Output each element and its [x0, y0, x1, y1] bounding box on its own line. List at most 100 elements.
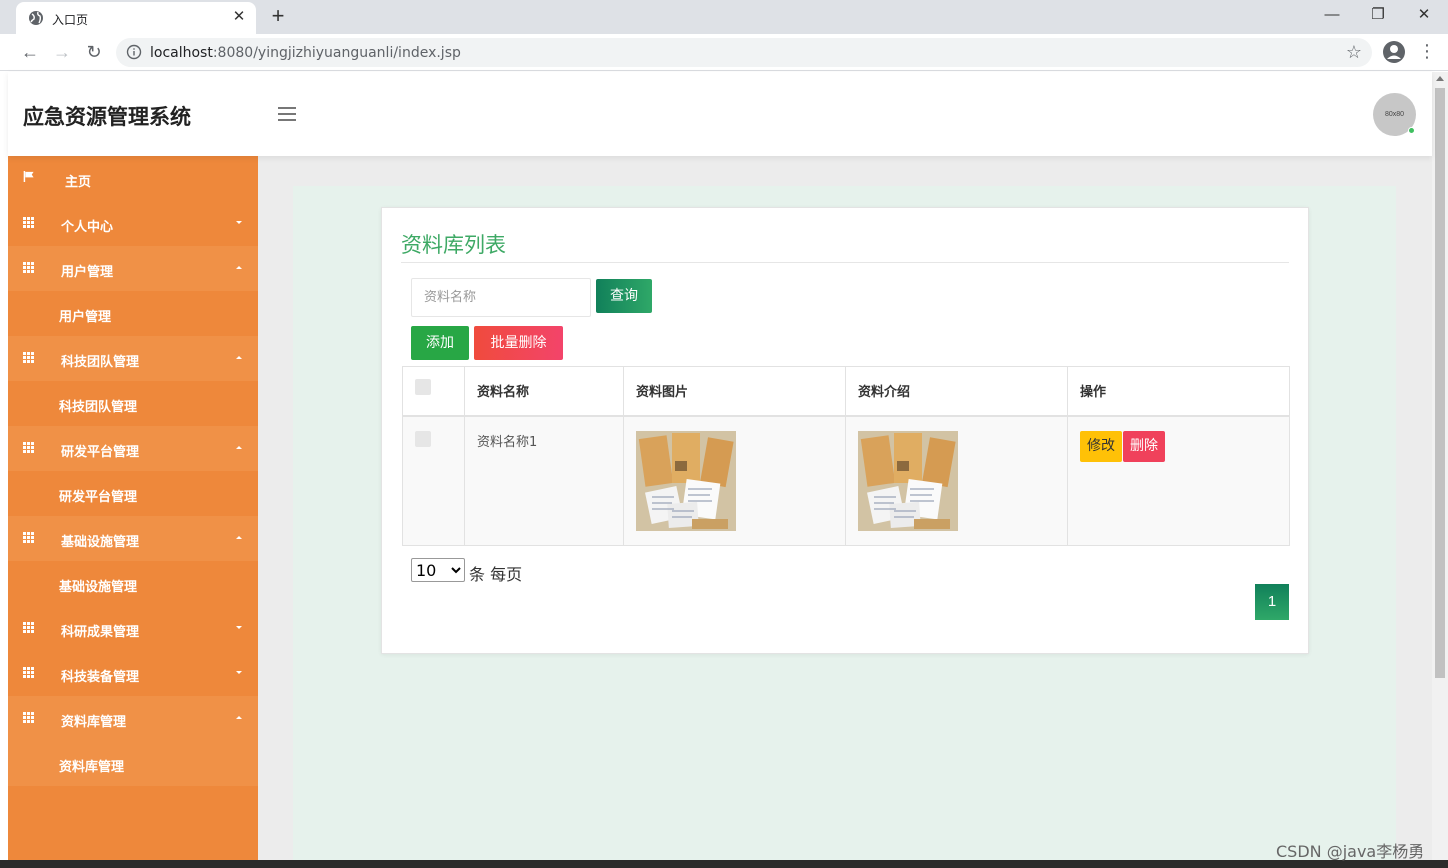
forward-arrow-icon[interactable]: → [50, 41, 74, 65]
url-text: localhost:8080/yingjizhiyuanguanli/index… [150, 45, 461, 61]
info-icon[interactable] [126, 44, 142, 60]
avatar[interactable]: 80x80 [1373, 93, 1416, 136]
chevron-down-icon [236, 221, 242, 224]
column-header: 操作 [1067, 366, 1290, 417]
grid-icon [23, 667, 35, 678]
grid-icon [23, 217, 35, 228]
material-image [636, 430, 736, 531]
sidebar-item-label: 资料库管理 [61, 715, 127, 730]
window-close-icon[interactable]: ✕ [1410, 4, 1438, 26]
profile-icon[interactable] [1382, 40, 1406, 64]
sidebar-item-label: 科技团队管理 [61, 355, 140, 370]
column-header: 资料名称 [464, 366, 624, 417]
sidebar-item-label: 研发平台管理 [61, 445, 140, 460]
avatar-placeholder-text: 80x80 [1384, 111, 1405, 118]
sidebar-subitem-tech-team[interactable]: 科技团队管理 [8, 381, 258, 426]
edit-button[interactable]: 修改 [1080, 430, 1122, 462]
sidebar-subitem-library[interactable]: 资料库管理 [8, 741, 258, 786]
page-size-select[interactable]: 10 [411, 558, 465, 582]
name-cell: 资料名称1 [464, 415, 624, 546]
browser-tab-strip: 入口页 ✕ + — ❐ ✕ [0, 0, 1448, 34]
chevron-down-icon [236, 671, 242, 674]
page-title: 资料库列表 [401, 233, 506, 257]
chevron-up-icon [236, 266, 242, 269]
library-table: 资料名称 资料图片 资料介绍 操作 资料名称1 修改 删除 [402, 366, 1290, 546]
grid-icon [23, 532, 35, 543]
browser-menu-icon[interactable]: ⋮ [1418, 40, 1436, 64]
sidebar-subitem-rd-platform[interactable]: 研发平台管理 [8, 471, 258, 516]
restore-icon[interactable]: ❐ [1364, 4, 1392, 26]
reload-icon[interactable]: ↻ [82, 41, 106, 65]
sidebar-item-user-management[interactable]: 用户管理 [8, 246, 258, 291]
query-button[interactable]: 查询 [596, 279, 652, 313]
select-all-cell [402, 366, 465, 417]
sidebar-subitem-label: 研发平台管理 [59, 490, 138, 505]
sidebar-item-personal-center[interactable]: 个人中心 [8, 201, 258, 246]
sidebar-item-research-results[interactable]: 科研成果管理 [8, 606, 258, 651]
sidebar-subitem-label: 科技团队管理 [59, 400, 138, 415]
sidebar-subitem-user-management[interactable]: 用户管理 [8, 291, 258, 336]
sidebar-item-label: 科研成果管理 [61, 625, 140, 640]
sidebar-item-infrastructure[interactable]: 基础设施管理 [8, 516, 258, 561]
sidebar-item-label: 主页 [65, 175, 92, 190]
chevron-up-icon [236, 716, 242, 719]
sidebar-item-rd-platform[interactable]: 研发平台管理 [8, 426, 258, 471]
sidebar-item-label: 科技装备管理 [61, 670, 140, 685]
intro-cell [845, 415, 1068, 546]
watermark: CSDN @java李杨勇 [1276, 842, 1425, 861]
sidebar-subitem-infrastructure[interactable]: 基础设施管理 [8, 561, 258, 606]
grid-icon [23, 712, 35, 723]
chevron-up-icon [236, 446, 242, 449]
sidebar-subitem-label: 基础设施管理 [59, 580, 138, 595]
column-header: 资料图片 [623, 366, 846, 417]
back-arrow-icon[interactable]: ← [18, 41, 42, 65]
browser-tab[interactable]: 入口页 ✕ [16, 2, 256, 34]
sidebar-item-tech-team[interactable]: 科技团队管理 [8, 336, 258, 381]
tab-close-icon[interactable]: ✕ [230, 8, 248, 26]
page-scrollbar[interactable] [1432, 72, 1448, 860]
scroll-up-icon[interactable] [1436, 76, 1444, 81]
new-tab-icon[interactable]: + [266, 5, 290, 29]
row-select-cell [402, 415, 465, 546]
chevron-up-icon [236, 356, 242, 359]
table-header-row: 资料名称 资料图片 资料介绍 操作 [402, 366, 1290, 417]
image-cell [623, 415, 846, 546]
chevron-up-icon [236, 536, 242, 539]
minimize-icon[interactable]: — [1318, 4, 1346, 26]
select-all-checkbox[interactable] [415, 378, 431, 395]
flag-icon [23, 171, 34, 182]
sidebar-item-home[interactable]: 主页 [8, 156, 258, 201]
sidebar-subitem-label: 资料库管理 [59, 760, 125, 775]
sidebar-item-label: 个人中心 [61, 220, 114, 235]
app-header: 应急资源管理系统 80x80 [8, 72, 1432, 156]
sidebar-item-library[interactable]: 资料库管理 [8, 696, 258, 741]
grid-icon [23, 622, 35, 633]
actions-cell: 修改 删除 [1067, 415, 1290, 546]
taskbar-strip [0, 860, 1448, 868]
bookmark-star-icon[interactable]: ☆ [1346, 42, 1362, 63]
delete-button[interactable]: 删除 [1123, 430, 1165, 462]
page-size-suffix: 条 每页 [469, 565, 523, 584]
grid-icon [23, 442, 35, 453]
column-header: 资料介绍 [845, 366, 1068, 417]
library-list-card: 资料库列表 查询 添加 批量删除 资料名称 资料图片 资料介绍 操作 资料名称1 [381, 207, 1309, 654]
tab-title: 入口页 [52, 13, 89, 27]
chevron-down-icon [236, 626, 242, 629]
page-number-button[interactable]: 1 [1255, 584, 1289, 620]
globe-icon [29, 11, 43, 25]
address-bar[interactable]: localhost:8080/yingjizhiyuanguanli/index… [116, 38, 1372, 67]
row-checkbox[interactable] [415, 430, 431, 447]
material-intro-image [858, 430, 958, 531]
grid-icon [23, 262, 35, 273]
scrollbar-thumb[interactable] [1435, 88, 1445, 678]
grid-icon [23, 352, 35, 363]
add-button[interactable]: 添加 [411, 326, 469, 360]
sidebar-item-label: 基础设施管理 [61, 535, 140, 550]
search-input[interactable] [411, 278, 591, 317]
sidebar-item-label: 用户管理 [61, 265, 114, 280]
table-row: 资料名称1 修改 删除 [402, 415, 1290, 546]
batch-delete-button[interactable]: 批量删除 [474, 326, 563, 360]
sidebar-item-tech-equipment[interactable]: 科技装备管理 [8, 651, 258, 696]
title-divider [401, 262, 1289, 263]
menu-toggle-icon[interactable] [278, 107, 296, 121]
